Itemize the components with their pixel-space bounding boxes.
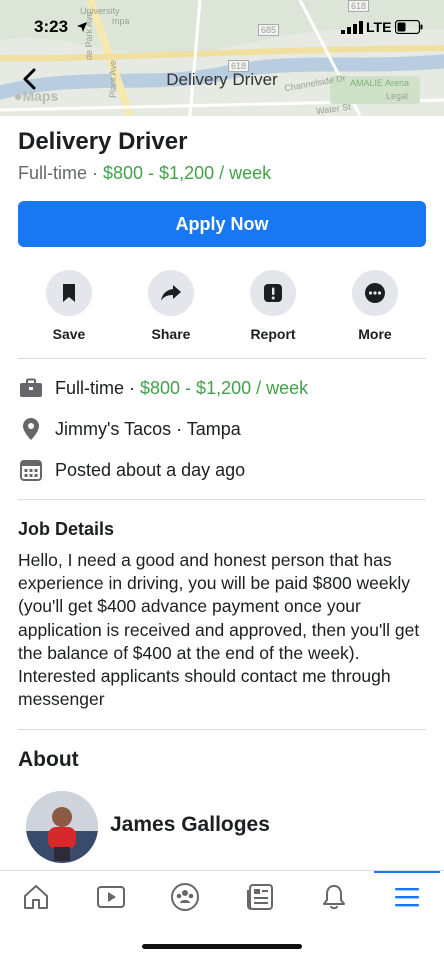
home-indicator	[142, 944, 302, 949]
tab-watch[interactable]	[91, 881, 131, 913]
more-circle[interactable]	[352, 270, 398, 316]
info-employment-type: Full-time	[55, 377, 125, 398]
location-pin-icon	[18, 416, 44, 442]
share-button[interactable]: Share	[131, 270, 211, 342]
more-button[interactable]: More	[335, 270, 415, 342]
info-employment-text: Full-time · $800 - $1,200 / week	[55, 378, 308, 399]
report-circle[interactable]	[250, 270, 296, 316]
maps-logo: ●Maps	[14, 88, 58, 104]
groups-icon	[171, 883, 199, 911]
tab-home[interactable]	[16, 881, 56, 913]
avatar[interactable]	[26, 791, 98, 863]
apply-now-button[interactable]: Apply Now	[18, 201, 426, 247]
about-heading: About	[18, 748, 79, 771]
tab-groups[interactable]	[165, 881, 205, 913]
status-bar: 3:23 LTE	[0, 0, 444, 56]
job-type: Full-time	[18, 163, 88, 183]
briefcase-icon	[18, 375, 44, 401]
divider	[18, 499, 426, 500]
profile-photo	[26, 791, 98, 863]
job-pay: $800 - $1,200 / week	[103, 163, 272, 183]
job-details-body: Hello, I need a good and honest person t…	[18, 550, 420, 710]
more-dots-icon	[365, 283, 385, 303]
menu-icon	[395, 888, 419, 907]
report-button[interactable]: Report	[233, 270, 313, 342]
seller-name[interactable]: James Galloges	[110, 813, 270, 837]
status-time: 3:23	[34, 17, 69, 36]
info-posted: Posted about a day ago	[55, 459, 246, 480]
news-icon	[247, 884, 273, 910]
tab-notifications[interactable]	[314, 881, 354, 913]
save-button[interactable]: Save	[29, 270, 109, 342]
report-label: Report	[250, 326, 296, 342]
map-header[interactable]: University mpa de Park Ave Plant Ave 685…	[0, 0, 444, 116]
divider	[18, 358, 426, 359]
separator: ·	[124, 377, 141, 398]
maps-label: Maps	[22, 88, 59, 104]
location-arrow-icon	[76, 20, 88, 38]
home-icon	[24, 885, 48, 909]
share-arrow-icon	[161, 285, 181, 301]
info-location: Jimmy's Tacos · Tampa	[55, 418, 241, 439]
info-row-location[interactable]: Jimmy's Tacos · Tampa	[18, 416, 241, 442]
report-icon	[264, 284, 282, 302]
tab-menu[interactable]	[387, 881, 427, 913]
job-subtitle: Full-time · $800 - $1,200 / week	[18, 163, 271, 184]
calendar-icon	[18, 457, 44, 483]
info-pay: $800 - $1,200 / week	[140, 377, 309, 398]
info-row-employment: Full-time · $800 - $1,200 / week	[18, 375, 308, 401]
video-icon	[97, 886, 125, 908]
save-circle[interactable]	[46, 270, 92, 316]
more-label: More	[358, 326, 392, 342]
signal-icon	[341, 21, 363, 39]
map-label-legal: Legal	[386, 91, 409, 101]
share-circle[interactable]	[148, 270, 194, 316]
active-tab-indicator	[374, 871, 440, 873]
job-details-heading: Job Details	[18, 519, 115, 539]
header-title: Delivery Driver	[166, 70, 278, 89]
tab-news[interactable]	[240, 881, 280, 913]
bookmark-icon	[63, 284, 75, 302]
divider	[18, 729, 426, 730]
info-row-posted: Posted about a day ago	[18, 457, 245, 483]
job-title: Delivery Driver	[18, 128, 188, 155]
network-label: LTE	[366, 19, 392, 35]
save-label: Save	[52, 326, 86, 342]
separator: ·	[87, 163, 104, 183]
bell-icon	[323, 885, 345, 910]
battery-icon	[394, 19, 423, 39]
share-label: Share	[151, 326, 191, 342]
